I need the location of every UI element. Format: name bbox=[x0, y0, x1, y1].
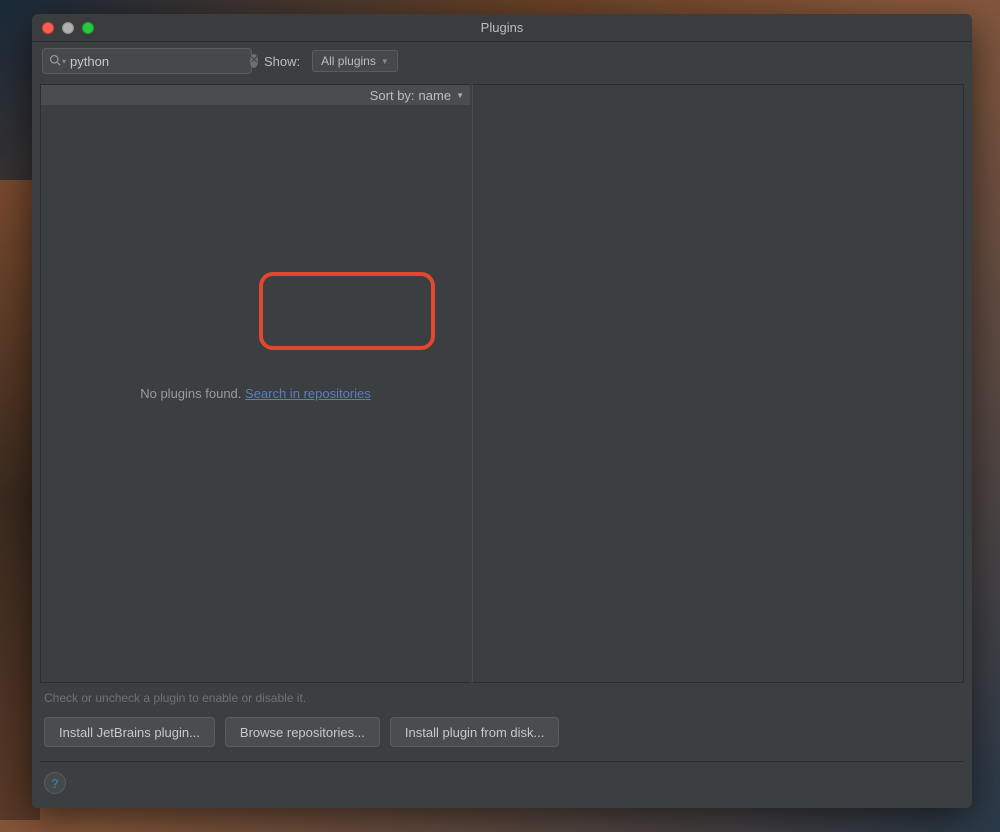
install-plugin-from-disk-button[interactable]: Install plugin from disk... bbox=[390, 717, 559, 747]
search-input[interactable] bbox=[66, 54, 250, 69]
sort-chevron-icon: ▼ bbox=[456, 91, 464, 100]
footer: ? bbox=[32, 762, 972, 808]
chevron-down-icon: ▼ bbox=[381, 57, 389, 66]
plugin-detail-pane bbox=[472, 84, 964, 683]
help-icon[interactable]: ? bbox=[44, 772, 66, 794]
clear-search-icon[interactable]: ✕ bbox=[250, 54, 258, 68]
search-in-repositories-link[interactable]: Search in repositories bbox=[245, 386, 371, 401]
annotation-highlight-box bbox=[259, 272, 435, 350]
no-plugins-text: No plugins found. bbox=[140, 386, 241, 401]
search-box[interactable]: ▾ ✕ bbox=[42, 48, 252, 74]
plugins-window: Plugins ▾ ✕ Show: All plugins ▼ Sort by:… bbox=[32, 14, 972, 808]
empty-message-row: No plugins found. Search in repositories bbox=[140, 386, 371, 401]
plugin-list-pane: Sort by: name ▼ No plugins found. Search… bbox=[40, 84, 470, 683]
toolbar: ▾ ✕ Show: All plugins ▼ bbox=[32, 42, 972, 84]
show-label: Show: bbox=[264, 54, 300, 69]
content-area: Sort by: name ▼ No plugins found. Search… bbox=[32, 84, 972, 683]
sort-header[interactable]: Sort by: name ▼ bbox=[41, 85, 470, 105]
button-row: Install JetBrains plugin... Browse repos… bbox=[32, 705, 972, 761]
plugin-list-empty: No plugins found. Search in repositories bbox=[41, 105, 470, 682]
show-filter-dropdown[interactable]: All plugins ▼ bbox=[312, 50, 398, 72]
sort-value: name bbox=[419, 88, 452, 103]
install-jetbrains-plugin-button[interactable]: Install JetBrains plugin... bbox=[44, 717, 215, 747]
show-filter-value: All plugins bbox=[321, 54, 376, 68]
hint-text: Check or uncheck a plugin to enable or d… bbox=[32, 683, 972, 705]
search-icon bbox=[49, 54, 61, 69]
browse-repositories-button[interactable]: Browse repositories... bbox=[225, 717, 380, 747]
window-title: Plugins bbox=[32, 20, 972, 35]
titlebar[interactable]: Plugins bbox=[32, 14, 972, 42]
sort-label: Sort by: bbox=[370, 88, 415, 103]
